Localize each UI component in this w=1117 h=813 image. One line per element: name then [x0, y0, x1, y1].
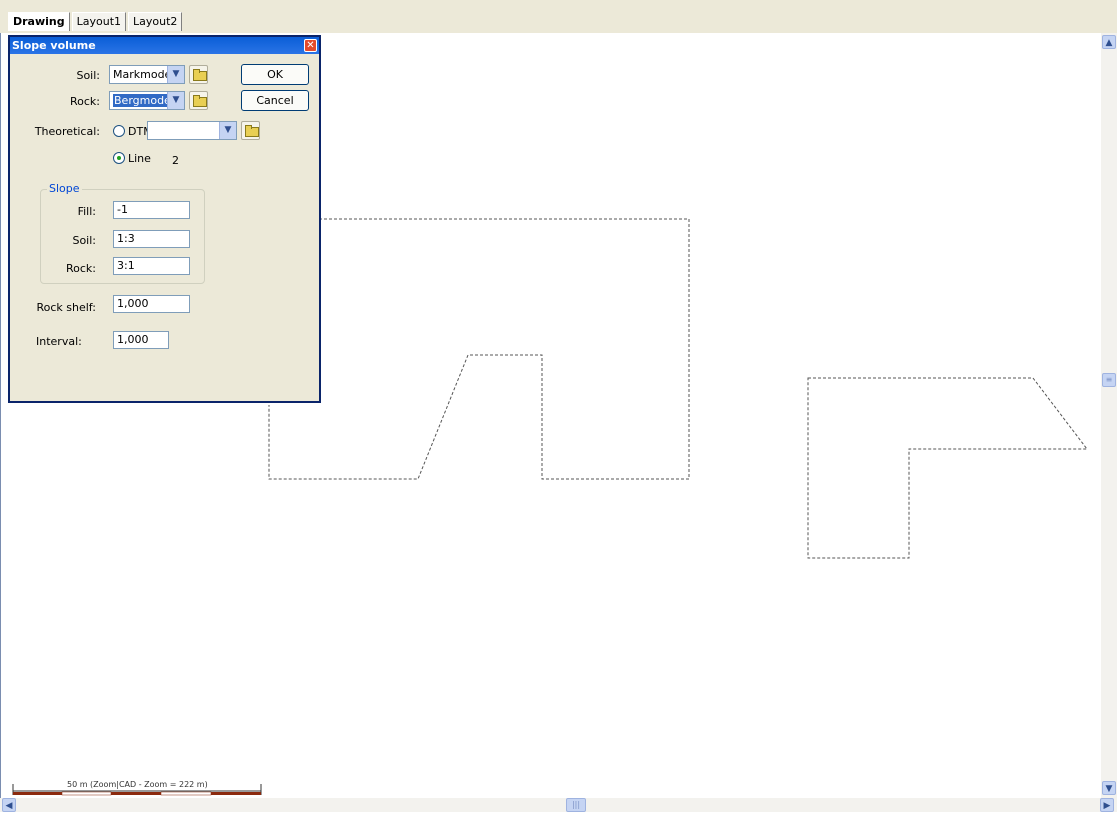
rock-shelf-input[interactable]: 1,000 — [113, 295, 190, 313]
chevron-down-icon[interactable]: ▼ — [219, 122, 236, 139]
theoretical-label: Theoretical: — [34, 125, 100, 138]
fill-label: Fill: — [77, 205, 96, 218]
soil-model-select[interactable]: Markmode ▼ — [109, 65, 185, 84]
dtm-open-folder-icon[interactable] — [241, 121, 260, 140]
line-radio-label: Line — [128, 152, 151, 165]
slope-rock-label: Rock: — [65, 262, 96, 275]
tab-layout2[interactable]: Layout2 — [128, 12, 183, 31]
tab-strip: Drawing Layout1 Layout2 — [8, 12, 184, 32]
scroll-down-button[interactable]: ▼ — [1102, 781, 1116, 795]
rock-open-folder-icon[interactable] — [189, 91, 208, 110]
vertical-scroll-thumb[interactable]: ≡ — [1102, 373, 1116, 387]
chevron-down-icon[interactable]: ▼ — [167, 66, 184, 83]
slope-volume-dialog: Slope volume ✕ Soil: Markmode ▼ Rock: Be… — [8, 35, 321, 403]
scale-bar-graphic — [12, 784, 262, 796]
outline-shape-left[interactable] — [268, 218, 690, 480]
dtm-select[interactable]: ▼ — [147, 121, 237, 140]
slope-group-title: Slope — [47, 182, 82, 195]
rock-label: Rock: — [69, 95, 100, 108]
soil-label: Soil: — [76, 69, 100, 82]
scroll-left-button[interactable]: ◀ — [2, 798, 16, 812]
cancel-button[interactable]: Cancel — [241, 90, 309, 111]
rock-model-select[interactable]: Bergmode ▼ — [109, 91, 185, 110]
soil-model-value: Markmode — [113, 68, 172, 81]
close-icon[interactable]: ✕ — [304, 39, 317, 52]
dialog-title: Slope volume — [12, 39, 96, 52]
tab-drawing[interactable]: Drawing — [8, 12, 70, 31]
horizontal-scroll-thumb[interactable]: ||| — [566, 798, 586, 812]
tab-layout1[interactable]: Layout1 — [71, 12, 127, 31]
dtm-radio[interactable] — [113, 125, 125, 137]
interval-input[interactable]: 1,000 — [113, 331, 169, 349]
vertical-scrollbar[interactable]: ▲ ≡ ▼ — [1101, 33, 1117, 798]
rock-shelf-label: Rock shelf: — [36, 301, 96, 314]
horizontal-scrollbar[interactable]: ◀ ||| ▶ — [0, 798, 1117, 812]
slope-rock-input[interactable]: 3:1 — [113, 257, 190, 275]
ok-button[interactable]: OK — [241, 64, 309, 85]
slope-soil-label: Soil: — [72, 234, 96, 247]
scroll-right-button[interactable]: ▶ — [1100, 798, 1114, 812]
fill-input[interactable]: -1 — [113, 201, 190, 219]
scale-bar: 50 m (Zoom|CAD - Zoom = 222 m) — [12, 780, 262, 796]
slope-soil-input[interactable]: 1:3 — [113, 230, 190, 248]
outline-shape-right[interactable] — [807, 377, 1089, 559]
layout-tab-bar: Drawing Layout1 Layout2 — [0, 0, 1117, 34]
scroll-up-button[interactable]: ▲ — [1102, 35, 1116, 49]
line-count-value: 2 — [172, 154, 179, 167]
interval-label: Interval: — [36, 335, 82, 348]
chevron-down-icon[interactable]: ▼ — [167, 92, 184, 109]
line-radio[interactable] — [113, 152, 125, 164]
dialog-title-bar[interactable]: Slope volume ✕ — [10, 37, 319, 54]
rock-model-value: Bergmode — [113, 94, 172, 107]
soil-open-folder-icon[interactable] — [189, 65, 208, 84]
